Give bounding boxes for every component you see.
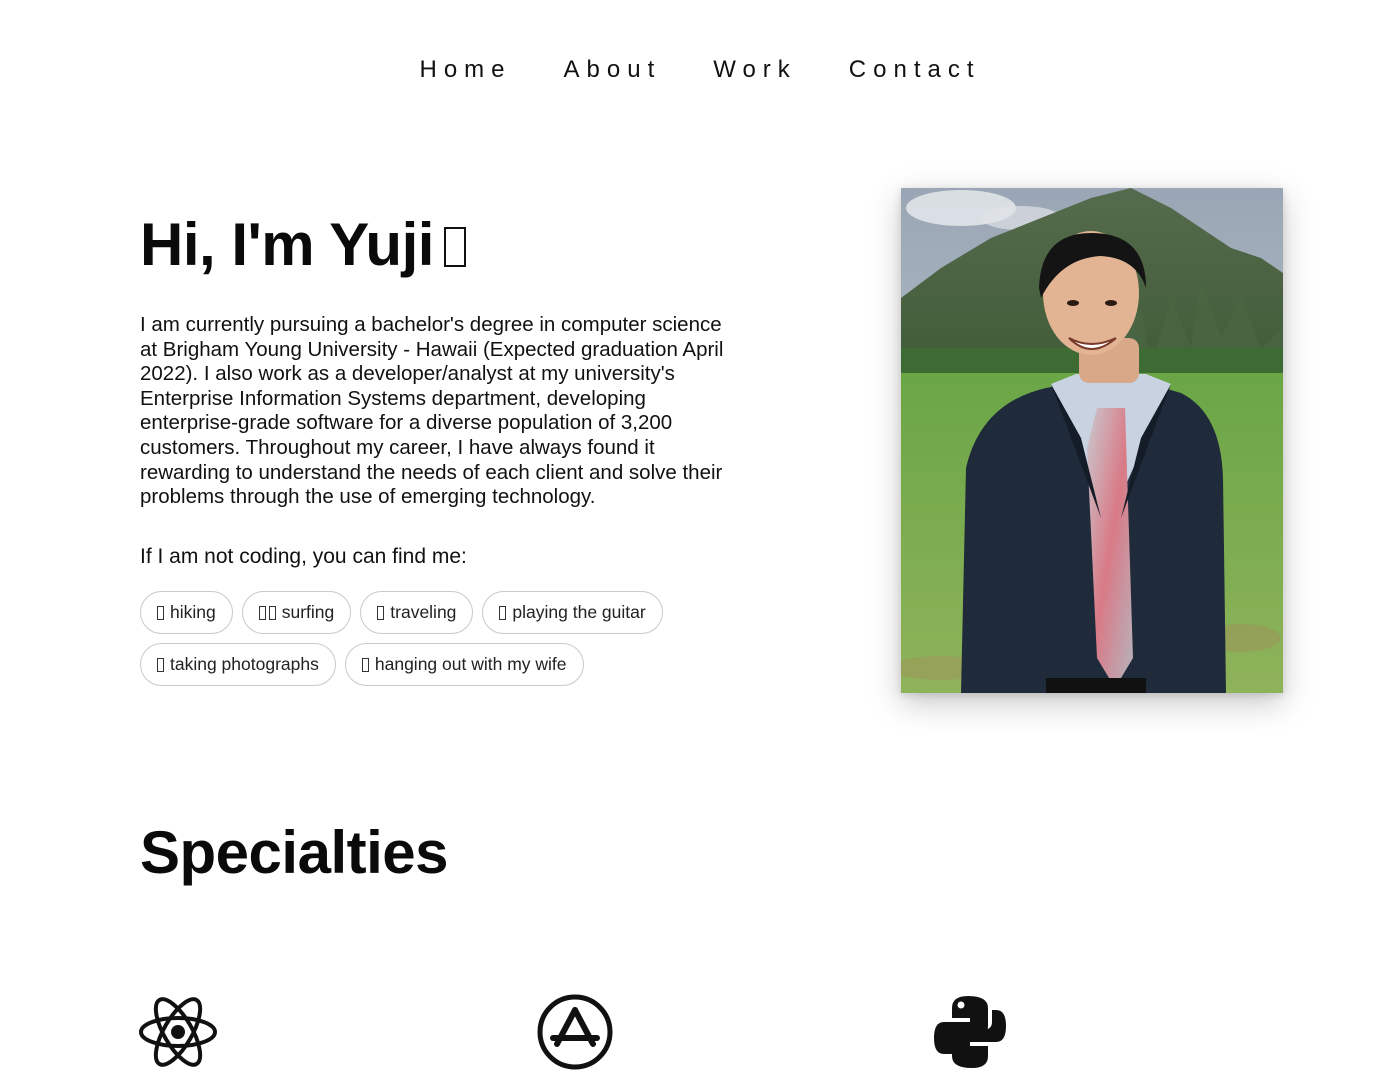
hero-title: Hi, I'm Yuji [140, 210, 466, 279]
hobby-chip-hiking: hiking [140, 591, 233, 634]
camera-icon [157, 657, 164, 672]
hobbies-intro: If I am not coding, you can find me: [140, 545, 467, 568]
surfing-icon-part [268, 605, 276, 620]
hobby-chip-wife: hanging out with my wife [344, 643, 584, 686]
main-nav: Home About Work Contact [0, 56, 1400, 84]
hobby-chip-photographs: taking photographs [140, 643, 336, 686]
hobby-chip-guitar: playing the guitar [482, 591, 663, 634]
hero-title-text: Hi, I'm Yuji [140, 211, 434, 278]
hobby-label: hanging out with my wife [374, 654, 567, 674]
couple-icon [361, 657, 369, 672]
guitar-icon [499, 605, 507, 620]
hobby-label: surfing [281, 602, 335, 622]
profile-photo [901, 188, 1283, 693]
bio-paragraph: I am currently pursuing a bachelor's deg… [140, 313, 724, 509]
profile-photo-image [901, 188, 1283, 693]
hobby-label: taking photographs [170, 654, 319, 674]
nav-contact-link[interactable]: Contact [849, 56, 981, 84]
nav-about-link[interactable]: About [564, 56, 662, 84]
hobby-chip-surfing: surfing [241, 591, 352, 634]
surfing-icon [258, 605, 266, 620]
app-store-icon [537, 994, 613, 1070]
react-icon [139, 997, 217, 1067]
hobby-chips: hiking surfing traveling playing the gui… [140, 591, 700, 686]
hobby-label: hiking [170, 602, 216, 622]
hobby-label: traveling [390, 602, 457, 622]
nav-home-link[interactable]: Home [419, 56, 511, 84]
hobby-chip-traveling: traveling [360, 591, 474, 634]
hiking-icon [157, 605, 164, 620]
waving-hand-icon [443, 227, 466, 267]
airplane-icon [377, 605, 385, 620]
specialties-title: Specialties [140, 819, 449, 886]
hobby-label: playing the guitar [512, 602, 646, 622]
python-icon [934, 996, 1006, 1068]
nav-work-link[interactable]: Work [713, 56, 797, 84]
